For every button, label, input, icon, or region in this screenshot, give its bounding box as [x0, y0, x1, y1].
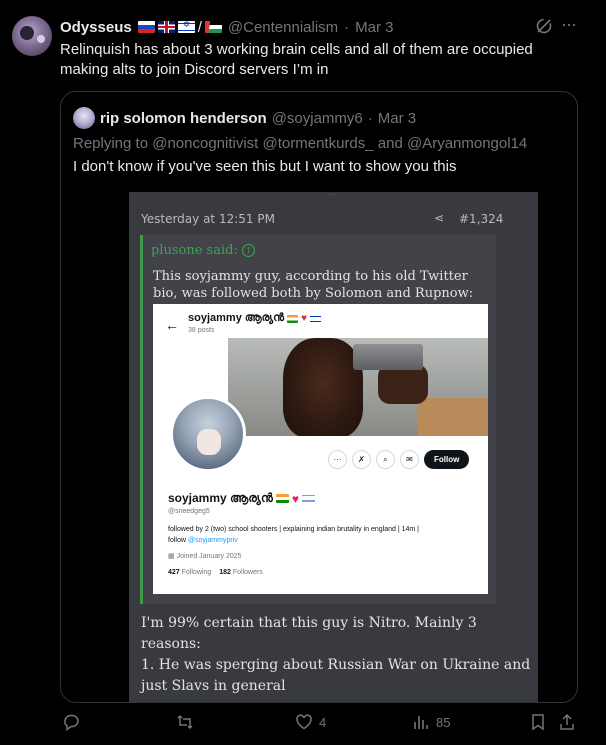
forum-post-timestamp: Yesterday at 12:51 PM — [141, 212, 275, 226]
profile-name: soyjammy ആര്യൻ ♥ — [168, 491, 315, 506]
profile-bio-text: followed by 2 (two) school shooters | ex… — [168, 526, 419, 533]
israel-flag-icon — [301, 494, 315, 503]
russia-flag-icon — [137, 21, 155, 33]
profile-joined: ▦ Joined January 2025 — [168, 552, 242, 560]
arrow-up-icon: ↑ — [241, 244, 255, 257]
quoted-post-date: Mar 3 — [377, 109, 417, 127]
banner-hand — [378, 364, 428, 404]
header-separator: · — [344, 18, 350, 36]
quoted-author-name: rip solomon henderson — [100, 109, 267, 127]
profile-actions: ··· ✗ ⌕ ✉ Follow — [328, 450, 470, 469]
israel-flag-icon — [310, 314, 322, 323]
india-flag-icon — [287, 314, 299, 323]
message-icon: ✉ — [400, 450, 419, 469]
author-avatar[interactable] — [12, 16, 52, 56]
replying-to-label: Replying to — [73, 135, 149, 152]
share-button[interactable] — [558, 713, 576, 731]
heart-icon: ♥ — [301, 313, 308, 324]
profile-banner-image — [228, 338, 488, 436]
post-header: Odysseus / @Centennialism · Mar 3 — [60, 17, 394, 37]
post-actions: 4 85 — [60, 713, 580, 737]
reply-button[interactable] — [62, 713, 86, 731]
profile-bio-link-prefix: follow — [168, 537, 186, 544]
twitter-profile-screenshot: ← soyjammy ആര്യൻ ♥ 38 posts ··· ✗ ⌕ ✉ Fo… — [153, 304, 488, 594]
profile-top-name-text: soyjammy ആര്യൻ — [188, 312, 285, 324]
followers-label: Followers — [232, 569, 263, 576]
quoted-author-avatar — [73, 107, 95, 129]
heart-icon: ♥ — [291, 491, 299, 506]
replying-to-line: Replying to @noncognitivist @tormentkurd… — [73, 135, 527, 152]
views-button[interactable]: 85 — [412, 713, 450, 731]
quoted-user-label: plusone said: — [151, 243, 238, 258]
view-count: 85 — [436, 714, 451, 730]
replying-to-mentions: @noncognitivist @tormentkurds_ and @Arya… — [152, 135, 528, 152]
followers-count: 182 — [219, 569, 231, 576]
following-stat: 427 Following — [168, 569, 211, 576]
palestine-flag-icon — [204, 21, 222, 33]
follow-button: Follow — [424, 450, 470, 469]
profile-bio-link: @soyjammypriv — [187, 537, 238, 544]
like-count: 4 — [319, 714, 327, 730]
profile-joined-text: Joined January 2025 — [176, 553, 242, 560]
banner-background — [418, 398, 488, 436]
banner-figure — [283, 338, 363, 436]
quote-text: This soyjammy guy, according to his old … — [153, 269, 474, 301]
reply-icon — [64, 714, 79, 731]
forum-post-number: #1,324 — [459, 212, 504, 226]
followers-stat: 182 Followers — [219, 569, 263, 576]
profile-name-text: soyjammy ആര്യൻ — [168, 491, 273, 505]
search-icon: ⌕ — [376, 450, 395, 469]
quoted-header-separator: · — [367, 109, 373, 127]
post-text: Relinquish has about 3 working brain cel… — [60, 41, 533, 78]
grok-icon[interactable] — [535, 17, 553, 35]
profile-handle: @sneedgeg5 — [168, 508, 210, 515]
quote-attribution: plusone said: ↑ — [151, 243, 255, 258]
repost-icon — [177, 714, 193, 730]
quoted-post-header: rip solomon henderson @soyjammy6 · Mar 3 — [73, 107, 416, 129]
calendar-icon: ▦ — [168, 553, 175, 560]
back-arrow-icon: ← — [165, 317, 179, 333]
heart-icon — [296, 714, 312, 730]
profile-stats: 427 Following 182 Followers — [168, 569, 263, 576]
author-handle[interactable]: @Centennialism — [228, 19, 338, 36]
profile-top-name: soyjammy ആര്യൻ ♥ — [188, 312, 322, 325]
bookmark-icon — [532, 714, 544, 731]
quoted-post-text: I don't know if you've seen this but I w… — [73, 158, 457, 175]
name-flags: / — [137, 18, 222, 36]
more-options-icon[interactable]: ··· — [561, 15, 579, 35]
body-line: 1. He was sperging about Russian War on … — [141, 657, 531, 694]
quoted-post[interactable]: rip solomon henderson @soyjammy6 · Mar 3… — [60, 91, 578, 703]
repost-button[interactable] — [176, 713, 200, 731]
share-icon — [560, 713, 574, 730]
post-date[interactable]: Mar 3 — [355, 19, 393, 36]
attached-image[interactable]: — Yesterday at 12:51 PM ⋖ #1,324 plusone… — [129, 192, 538, 702]
author-name[interactable]: Odysseus — [60, 19, 132, 36]
image-cropped-top: — — [329, 192, 338, 199]
quoted-author-handle: @soyjammy6 — [271, 109, 363, 127]
forum-quote-block: plusone said: ↑ This soyjammy guy, accor… — [140, 235, 496, 604]
forum-post-body: I'm 99% certain that this guy is Nitro. … — [141, 613, 531, 697]
banner-object — [353, 344, 423, 370]
uk-flag-icon — [157, 21, 175, 33]
profile-bio: followed by 2 (two) school shooters | ex… — [168, 524, 483, 546]
more-icon: ··· — [328, 450, 347, 469]
following-label: Following — [181, 569, 212, 576]
profile-post-count: 38 posts — [188, 327, 215, 334]
post: Odysseus / @Centennialism · Mar 3 ··· Re… — [0, 0, 606, 745]
following-count: 427 — [168, 569, 180, 576]
bookmark-button[interactable] — [529, 713, 547, 731]
flag-separator: / — [197, 18, 202, 36]
grok-icon: ✗ — [352, 450, 371, 469]
india-flag-icon — [275, 494, 289, 503]
israel-flag-icon — [177, 19, 195, 33]
like-button[interactable]: 4 — [295, 713, 326, 731]
share-icon: ⋖ — [434, 211, 445, 225]
profile-avatar — [170, 396, 246, 472]
body-line: I'm 99% certain that this guy is Nitro. … — [141, 615, 477, 652]
views-icon — [414, 716, 428, 729]
